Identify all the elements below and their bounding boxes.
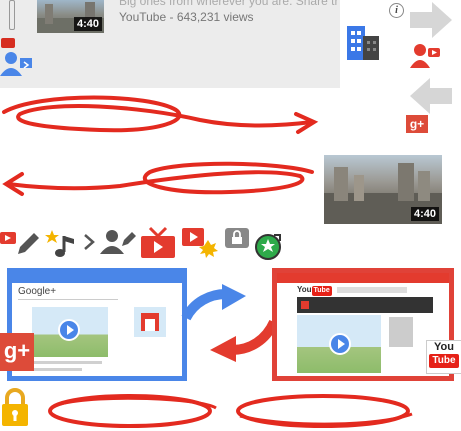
stars-music-icon[interactable]: [44, 228, 78, 260]
gplus-small-icon[interactable]: g+: [406, 115, 428, 133]
image-preview: [32, 307, 108, 357]
duration-badge: 4:40: [73, 17, 102, 31]
scroll-indicator: [9, 0, 15, 30]
gplus-badge[interactable]: g+: [0, 333, 34, 371]
video-card[interactable]: 4:40 Big ones from wherever you are. Sha…: [0, 0, 340, 88]
buildings-icon: [347, 26, 379, 60]
tv-icon[interactable]: [140, 226, 176, 260]
red-loop-arrow-right: [2, 95, 319, 134]
person-video-icon[interactable]: [410, 42, 442, 70]
video-meta: YouTube - 643,231 views: [119, 10, 254, 24]
window-titlebar: [12, 273, 182, 283]
gplus-window[interactable]: Google+: [7, 268, 187, 381]
video-burst-icon[interactable]: [182, 226, 220, 260]
video-preview: [297, 315, 381, 373]
video-thumbnail[interactable]: 4:40: [37, 0, 104, 33]
play-icon[interactable]: [58, 319, 80, 341]
text-lines: [32, 361, 102, 375]
window-titlebar: [277, 273, 449, 283]
play-icon[interactable]: [329, 333, 351, 355]
youtube-window-logo: You Tube: [297, 285, 332, 296]
person-edit-icon[interactable]: [100, 228, 136, 256]
person-share-icon[interactable]: [0, 50, 36, 78]
padlock-icon[interactable]: [0, 388, 30, 428]
store-icon: [134, 307, 166, 337]
red-scribble-ovals: [48, 394, 413, 428]
duration-badge: 4:40: [410, 207, 439, 221]
youtube-play-icon[interactable]: [1, 38, 15, 48]
pencil-icon[interactable]: [0, 228, 40, 256]
red-loop-arrow-left: [2, 161, 314, 196]
video-description: Big ones from wherever you are. Share th…: [119, 0, 339, 8]
arrow-right-icon[interactable]: [408, 0, 454, 40]
green-star-badge-icon[interactable]: [254, 233, 282, 261]
info-icon[interactable]: i: [389, 3, 404, 18]
arrow-left-icon[interactable]: [408, 76, 454, 116]
chevron-right-icon[interactable]: [82, 232, 96, 252]
youtube-logo-large: You Tube: [426, 340, 461, 374]
lock-tab-icon[interactable]: [225, 228, 249, 250]
video-thumbnail-large[interactable]: 4:40: [324, 155, 442, 224]
gplus-window-label: Google+: [18, 286, 57, 297]
red-curved-arrow-icon: [210, 319, 279, 362]
